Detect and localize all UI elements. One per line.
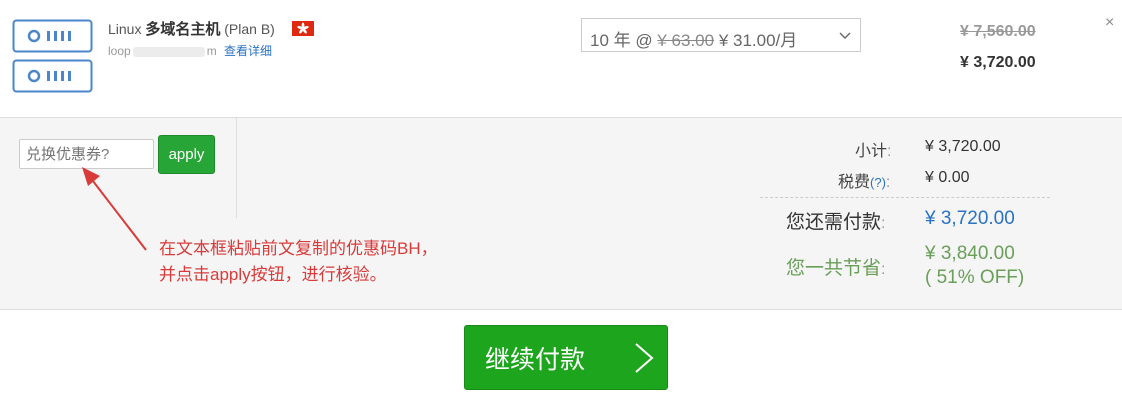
product-domain: loop m 查看详细 [108, 42, 272, 59]
current-price: ¥ 3,720.00 [960, 54, 1036, 71]
colon: : [887, 143, 892, 160]
order-summary: apply 在文本框粘贴前文复制的优惠码BH， 并点击apply按钮，进行核验。… [0, 117, 1122, 310]
apply-coupon-button[interactable]: apply [158, 135, 215, 174]
original-price: ¥ 7,560.00 [960, 23, 1036, 40]
domain-prefix: loop [108, 44, 131, 58]
amount-due-value: ¥ 3,720.00 [925, 208, 1015, 229]
product-row: Linux 多域名主机 (Plan B) loop m 查看详细 10 年 @ ¥… [0, 0, 1122, 117]
tax-label-text: 税费 [838, 174, 871, 191]
product-name: 多域名主机 [145, 21, 221, 38]
checkout-label: 继续付款 [485, 345, 586, 374]
chevron-down-icon [839, 32, 851, 39]
annotation-line-2: 并点击apply按钮，进行核验。 [159, 265, 387, 284]
annotation-line-1: 在文本框粘贴前文复制的优惠码BH， [159, 239, 438, 258]
chevron-right-icon [635, 343, 654, 373]
tax-label: 税费(?): [838, 168, 890, 192]
saved-percent: ( 51% OFF) [925, 267, 1025, 288]
subtotal-label: 小计: [855, 137, 891, 161]
instruction-annotation: 在文本框粘贴前文复制的优惠码BH， 并点击apply按钮，进行核验。 [159, 236, 438, 288]
domain-suffix: m [206, 44, 217, 58]
domain-redacted [132, 46, 205, 57]
coupon-input[interactable] [19, 139, 154, 169]
cart-page: Linux 多域名主机 (Plan B) loop m 查看详细 10 年 @ ¥… [0, 0, 1122, 399]
tax-value: ¥ 0.00 [925, 169, 970, 186]
remove-item-close-icon[interactable]: × [1105, 14, 1114, 32]
product-title: Linux 多域名主机 (Plan B) [108, 18, 275, 39]
product-os: Linux [108, 21, 142, 37]
view-details-link[interactable]: 查看详细 [224, 44, 272, 58]
continue-checkout-button[interactable]: 继续付款 [464, 325, 668, 390]
server-icon [12, 19, 93, 93]
total-saved-label-text: 您一共节省 [786, 258, 882, 279]
annotation-arrow-icon [82, 167, 147, 251]
amount-due-label: 您还需付款: [786, 207, 885, 234]
summary-divider [760, 197, 1050, 198]
subtotal-value: ¥ 3,720.00 [925, 138, 1001, 155]
cycle-period: 10 年 @ [590, 31, 653, 50]
cycle-old-price: ¥ 63.00 [657, 31, 715, 50]
hong-kong-flag-icon [292, 21, 314, 36]
colon: : [885, 174, 891, 191]
colon: : [881, 261, 886, 278]
billing-cycle-select[interactable]: 10 年 @ ¥ 63.00 ¥ 31.00/月 [581, 18, 861, 52]
subtotal-label-text: 小计 [855, 143, 888, 160]
amount-due-label-text: 您还需付款 [786, 212, 882, 233]
cycle-new-price: ¥ 31.00/月 [718, 31, 798, 50]
total-saved-value: ¥ 3,840.00 ( 51% OFF) [925, 242, 1024, 290]
saved-amount: ¥ 3,840.00 [925, 243, 1015, 264]
product-plan: (Plan B) [224, 21, 275, 37]
colon: : [881, 215, 886, 232]
total-saved-label: 您一共节省: [786, 253, 885, 280]
tax-help-link[interactable]: (?) [870, 175, 886, 190]
divider [236, 118, 237, 218]
